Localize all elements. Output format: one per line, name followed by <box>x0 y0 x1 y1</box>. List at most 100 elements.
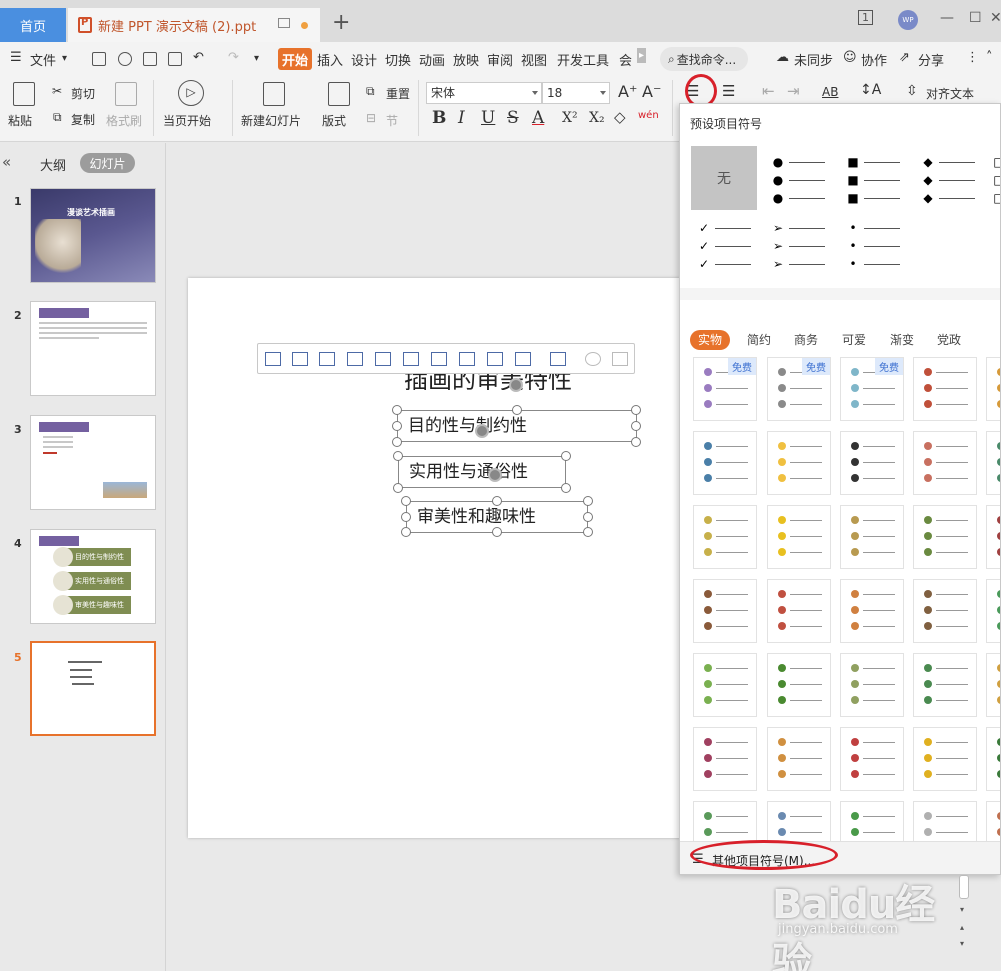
bullet-style-option[interactable] <box>986 431 1000 495</box>
align-center-icon[interactable] <box>292 352 308 366</box>
tab-insert[interactable]: 插入 <box>317 50 343 69</box>
align-text-icon[interactable]: ⇳ <box>906 83 918 99</box>
bullet-style-option[interactable]: 免费 <box>840 357 904 421</box>
close-button[interactable]: ✕ <box>990 10 1001 26</box>
resize-handle[interactable] <box>631 421 641 431</box>
resize-handle[interactable] <box>393 483 403 493</box>
resize-handle[interactable] <box>401 512 411 522</box>
resize-handle[interactable] <box>583 527 593 537</box>
tab-design[interactable]: 设计 <box>351 50 377 69</box>
scroll-down-icon[interactable]: ▾ <box>960 939 964 948</box>
increase-font-icon[interactable]: A⁺ <box>618 82 637 101</box>
layout-icon[interactable] <box>328 82 350 106</box>
format-painter-icon[interactable] <box>115 82 137 106</box>
text-box-2[interactable]: 实用性与通俗性 <box>398 456 566 488</box>
format-painter-button[interactable]: 格式刷 <box>106 112 142 129</box>
line-spacing-icon[interactable]: ↕A <box>860 82 881 98</box>
bullet-preset-arrow[interactable]: ➢ ➢ ➢ <box>765 216 831 280</box>
font-color-button[interactable]: A <box>532 108 544 128</box>
print-icon[interactable] <box>143 52 157 66</box>
tab-outline[interactable]: 大纲 <box>40 155 66 174</box>
bullet-style-option[interactable] <box>767 505 831 569</box>
scrollbar-thumb[interactable] <box>959 875 969 899</box>
bullet-preset-square[interactable]: ■ ■ ■ <box>840 146 906 210</box>
rotate-handle-icon[interactable] <box>509 378 523 392</box>
redo-icon[interactable]: ↷ <box>228 50 239 65</box>
slide-thumbnail-4[interactable]: 目的性与制约性 实用性与通俗性 审美性与趣味性 <box>30 529 156 624</box>
resize-handle[interactable] <box>392 421 402 431</box>
bullet-style-option[interactable]: 免费 <box>693 357 757 421</box>
bullet-style-option[interactable] <box>913 653 977 717</box>
tab-start[interactable]: 开始 <box>278 48 312 70</box>
group-icon[interactable] <box>550 352 566 366</box>
collapse-ribbon-icon[interactable]: ˄ <box>986 50 993 65</box>
align-top-icon[interactable] <box>347 352 363 366</box>
layout-button[interactable]: 版式 <box>322 112 346 129</box>
category-tab-cute[interactable]: 可爱 <box>842 330 866 350</box>
resize-handle[interactable] <box>583 512 593 522</box>
scissors-icon[interactable]: ✂ <box>52 84 62 98</box>
resize-handle[interactable] <box>512 405 522 415</box>
more-tabs-icon[interactable]: ▸ <box>637 48 647 63</box>
rotate-handle-icon[interactable] <box>475 424 489 438</box>
tab-slideshow[interactable]: 放映 <box>453 50 479 69</box>
undo-icon[interactable]: ↶ <box>193 50 204 65</box>
category-tab-party[interactable]: 党政 <box>937 330 961 350</box>
text-shadow-button[interactable]: AB <box>822 85 838 99</box>
customize-icon[interactable]: ▾ <box>254 53 259 64</box>
chevron-down-icon[interactable]: ▾ <box>62 53 67 64</box>
scroll-up-icon[interactable]: ▴ <box>960 923 964 932</box>
resize-handle[interactable] <box>492 527 502 537</box>
bullet-preset-diamond[interactable]: ◆ ◆ ◆ <box>915 146 981 210</box>
category-tab-objects[interactable]: 实物 <box>690 330 731 350</box>
resize-handle[interactable] <box>393 451 403 461</box>
bullet-style-option[interactable] <box>840 579 904 643</box>
font-size-select[interactable]: 18 <box>542 82 610 104</box>
section-button[interactable]: 节 <box>386 112 398 129</box>
bullet-style-option[interactable] <box>913 727 977 791</box>
decrease-indent-icon[interactable]: ⇤ <box>762 82 775 100</box>
document-tab[interactable]: 新建 PPT 演示文稿 (2).ppt <box>68 8 320 42</box>
share-icon[interactable]: ⇗ <box>899 50 910 65</box>
subscript-button[interactable]: X₂ <box>589 110 605 126</box>
align-middle-icon[interactable] <box>375 352 391 366</box>
align-right-icon[interactable] <box>319 352 335 366</box>
slide-thumbnail-1[interactable]: 漫谈艺术插画 <box>30 188 156 283</box>
bold-button[interactable]: B <box>432 108 446 128</box>
align-text-button[interactable]: 对齐文本 <box>926 85 974 102</box>
hamburger-icon[interactable]: ☰ <box>10 50 22 65</box>
tab-developer[interactable]: 开发工具 <box>557 50 609 69</box>
resize-handle[interactable] <box>392 437 402 447</box>
bullet-style-option[interactable] <box>693 727 757 791</box>
bullet-style-option[interactable] <box>986 579 1000 643</box>
tab-animation[interactable]: 动画 <box>419 50 445 69</box>
bullet-style-option[interactable] <box>840 431 904 495</box>
resize-handle[interactable] <box>392 405 402 415</box>
bullet-style-option[interactable] <box>767 653 831 717</box>
resize-handle[interactable] <box>631 437 641 447</box>
category-tab-gradient[interactable]: 渐变 <box>890 330 914 350</box>
tab-member[interactable]: 会 <box>619 50 632 69</box>
bullet-style-option[interactable] <box>767 579 831 643</box>
phonetic-button[interactable]: wén <box>638 110 659 121</box>
font-family-select[interactable]: 宋体 <box>426 82 542 104</box>
bullet-style-option[interactable] <box>986 357 1000 421</box>
resize-handle[interactable] <box>631 405 641 415</box>
maximize-button[interactable]: ☐ <box>969 10 982 26</box>
bullet-style-option[interactable] <box>986 505 1000 569</box>
bullet-style-option[interactable] <box>693 431 757 495</box>
more-options-icon[interactable]: ⋮ <box>966 50 979 65</box>
bullet-style-option[interactable] <box>913 505 977 569</box>
slide-align-icon[interactable] <box>515 352 531 366</box>
bullet-style-option[interactable] <box>840 505 904 569</box>
strikethrough-button[interactable]: S <box>507 108 519 128</box>
distribute-horizontal-icon[interactable] <box>431 352 447 366</box>
pin-icon[interactable] <box>585 352 601 366</box>
resize-handle[interactable] <box>561 451 571 461</box>
save-icon[interactable] <box>92 52 106 66</box>
eraser-icon[interactable]: ◇ <box>614 108 626 126</box>
bullet-style-option[interactable]: 免费 <box>767 357 831 421</box>
numbered-list-icon[interactable]: ☰ <box>722 82 735 100</box>
align-bottom-icon[interactable] <box>403 352 419 366</box>
export-icon[interactable] <box>118 52 132 66</box>
